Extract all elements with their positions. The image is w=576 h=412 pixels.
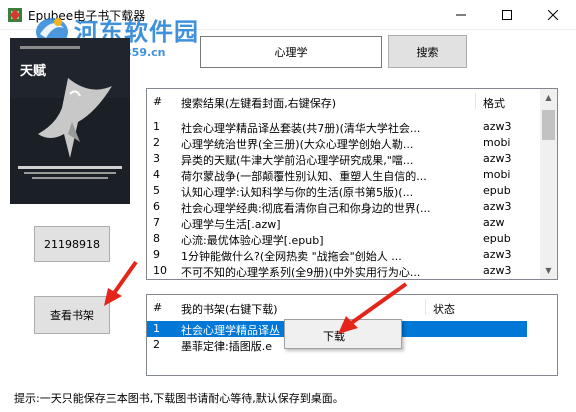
row-num: 6 — [153, 200, 160, 213]
status-text: 提示:一天只能保存三本图书,下载图书请耐心等待,默认保存到桌面。 — [14, 392, 344, 405]
row-format: mobi — [483, 168, 511, 181]
row-num: 2 — [153, 136, 160, 149]
row-num: 7 — [153, 216, 160, 229]
row-num: 4 — [153, 168, 160, 181]
row-title: 社会心理学经典:彻底看清你自己和你身边的世界(... — [181, 202, 431, 215]
table-row[interactable]: 5 认知心理学:认知科学与你的生活(原书第5版)(... epub — [147, 183, 541, 199]
row-title: 1分钟能做什么?(全网热卖 "战拖会"创始人 ... — [181, 250, 402, 263]
search-button[interactable]: 搜索 — [388, 35, 467, 68]
maximize-button[interactable] — [484, 0, 530, 30]
close-button[interactable] — [530, 0, 576, 30]
row-title: 心理学统治世界(全三册)(大众心理学创始人勒... — [181, 138, 414, 151]
row-num: 1 — [153, 322, 160, 335]
table-row[interactable]: 2 心理学统治世界(全三册)(大众心理学创始人勒... mobi — [147, 135, 541, 151]
results-scrollbar[interactable]: ▲ ▼ — [540, 89, 557, 279]
minimize-icon — [456, 14, 466, 16]
row-title: 认知心理学:认知科学与你的生活(原书第5版)(... — [181, 186, 414, 199]
row-num: 1 — [153, 120, 160, 133]
row-num: 2 — [153, 338, 160, 351]
view-shelf-button[interactable]: 查看书架 — [34, 296, 110, 334]
row-format: azw3 — [483, 152, 512, 165]
shelf-col-status[interactable]: 状态 — [433, 301, 455, 317]
table-row[interactable]: 6 社会心理学经典:彻底看清你自己和你身边的世界(... azw3 — [147, 199, 541, 215]
row-title: 心流:最优体验心理学[.epub] — [181, 234, 324, 247]
cover-title: 天赋 — [20, 64, 47, 79]
results-col-num[interactable]: # — [153, 95, 162, 108]
row-format: azw — [483, 216, 505, 229]
table-row[interactable]: 8 心流:最优体验心理学[.epub] epub — [147, 231, 541, 247]
red-arrow-icon — [338, 282, 408, 334]
scrollbar-thumb[interactable] — [542, 110, 555, 140]
app-icon — [8, 8, 22, 22]
maximize-icon — [502, 10, 512, 20]
red-arrow-icon — [104, 260, 138, 306]
row-format: azw3 — [483, 200, 512, 213]
book-id-button[interactable]: 21198918 — [34, 226, 110, 262]
results-col-title[interactable]: 搜索结果(左键看封面,右键保存) — [181, 95, 336, 111]
row-num: 8 — [153, 232, 160, 245]
table-row[interactable]: 10 不可不知的心理学系列(全9册)(中外实用行为心... azw3 — [147, 263, 541, 279]
row-format: epub — [483, 232, 511, 245]
row-num: 10 — [153, 264, 167, 277]
table-row[interactable]: 1 社会心理学精品译丛套装(共7册)(清华大学社会... azw3 — [147, 119, 541, 135]
row-format: azw3 — [483, 120, 512, 133]
scroll-down-arrow-icon[interactable]: ▼ — [540, 262, 557, 279]
row-num: 9 — [153, 248, 160, 261]
table-row[interactable]: 3 异类的天赋(牛津大学前沿心理学研究成果,"噹... azw3 — [147, 151, 541, 167]
row-title: 荷尔蒙战争(一部颠覆性别认知、重塑人生自信的... — [181, 170, 427, 183]
shelf-col-num[interactable]: # — [153, 301, 162, 314]
row-format: azw3 — [483, 264, 512, 277]
row-title: 不可不知的心理学系列(全9册)(中外实用行为心... — [181, 266, 421, 279]
row-format: mobi — [483, 136, 511, 149]
row-title: 社会心理学精品译丛套装(共7册)(清华大学社会... — [181, 122, 421, 135]
results-header: # 搜索结果(左键看封面,右键保存) 格式 — [147, 89, 541, 113]
results-col-format[interactable]: 格式 — [483, 95, 505, 111]
book-cover: 天赋 — [10, 38, 130, 204]
row-format: azw3 — [483, 248, 512, 261]
search-input[interactable] — [200, 36, 382, 68]
row-title: 异类的天赋(牛津大学前沿心理学研究成果,"噹... — [181, 154, 414, 167]
row-num: 5 — [153, 184, 160, 197]
row-num: 3 — [153, 152, 160, 165]
row-format: epub — [483, 184, 511, 197]
row-title: 心理学与生活[.azw] — [181, 218, 281, 231]
minimize-button[interactable] — [438, 0, 484, 30]
scroll-up-arrow-icon[interactable]: ▲ — [540, 89, 557, 106]
table-row[interactable]: 7 心理学与生活[.azw] azw — [147, 215, 541, 231]
table-row[interactable]: 4 荷尔蒙战争(一部颠覆性别认知、重塑人生自信的... mobi — [147, 167, 541, 183]
search-results-list[interactable]: # 搜索结果(左键看封面,右键保存) 格式 1 社会心理学精品译丛套装(共7册)(… — [146, 88, 558, 280]
table-row[interactable]: 9 1分钟能做什么?(全网热卖 "战拖会"创始人 ... azw3 — [147, 247, 541, 263]
close-icon — [548, 10, 558, 20]
shelf-col-title[interactable]: 我的书架(右键下载) — [181, 301, 278, 317]
